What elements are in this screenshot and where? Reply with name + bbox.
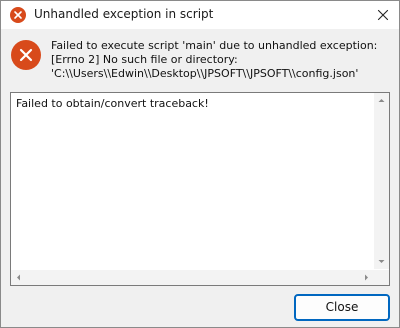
traceback-textbox[interactable]: Failed to obtain/convert traceback! [10,92,390,286]
traceback-text: Failed to obtain/convert traceback! [16,97,209,110]
vertical-scrollbar[interactable] [374,93,389,269]
close-icon[interactable] [375,7,391,23]
close-button[interactable]: Close [294,294,390,321]
scroll-left-icon[interactable] [11,270,26,285]
scroll-right-icon[interactable] [359,270,374,285]
error-dialog: Unhandled exception in script Failed to … [0,0,400,328]
message-line: Failed to execute script 'main' due to u… [51,39,378,52]
error-message: Failed to execute script 'main' due to u… [51,39,391,81]
window-title: Unhandled exception in script [34,7,214,21]
horizontal-scrollbar[interactable] [11,270,374,285]
message-line: 'C:\\Users\\Edwin\\Desktop\\JPSOFT\\JPSO… [51,67,359,80]
title-bar[interactable]: Unhandled exception in script [1,1,399,29]
scroll-up-icon[interactable] [374,93,389,108]
scrollbar-corner [374,270,389,285]
error-icon [10,7,26,23]
error-icon [11,40,41,70]
scroll-down-icon[interactable] [374,254,389,269]
message-line: [Errno 2] No such file or directory: [51,53,238,66]
